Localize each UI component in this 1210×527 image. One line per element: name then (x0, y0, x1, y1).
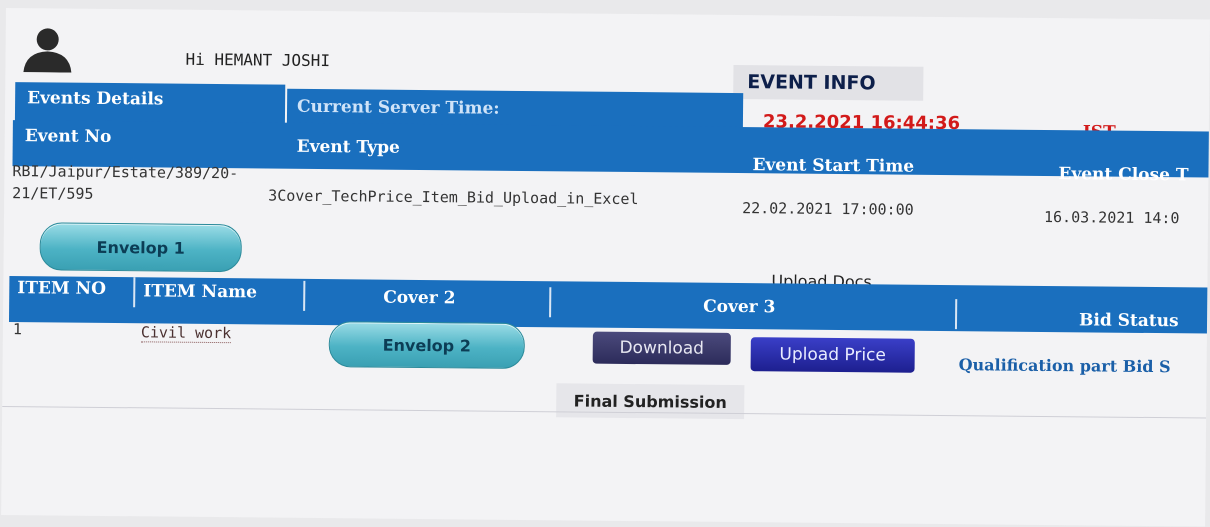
header-event-no: Event No (24, 126, 112, 148)
header-event-type: Event Type (296, 136, 400, 158)
user-silhouette-icon (23, 28, 72, 73)
event-close-value: 16.03.2021 14:0 (1043, 207, 1180, 228)
events-details-label: Events Details (27, 88, 164, 110)
envelop-1-button[interactable]: Envelop 1 (39, 222, 242, 273)
server-time-label: Current Server Time: (296, 96, 500, 119)
event-type-value: 3Cover_TechPrice_Item_Bid_Upload_in_Exce… (268, 186, 639, 209)
event-info-title: EVENT INFO (747, 71, 876, 95)
avatar (19, 26, 75, 73)
header-event-start: Event Start Time (752, 155, 915, 177)
upload-price-button[interactable]: Upload Price (750, 337, 915, 373)
download-button[interactable]: Download (592, 331, 731, 365)
header-item-name: ITEM Name (143, 281, 258, 303)
event-no-line1: RBI/Jaipur/Estate/389/20- (12, 162, 239, 183)
item-header-divider-3 (549, 287, 552, 318)
item-header-divider-1 (133, 277, 136, 308)
item-name-value: Civil work (140, 323, 232, 344)
header-event-close: Event Close T (1058, 164, 1189, 186)
header-cover-2: Cover 2 (383, 287, 456, 309)
envelop-2-button[interactable]: Envelop 2 (328, 321, 526, 369)
item-no-value: 1 (12, 320, 23, 339)
header-item-no: ITEM NO (17, 278, 107, 299)
item-header-divider-2 (303, 280, 306, 311)
user-greeting: Hi HEMANT JOSHI (185, 49, 331, 71)
bid-status-value: Qualification part Bid S (958, 355, 1171, 377)
item-header-divider-4 (954, 299, 958, 330)
header-bid-status: Bid Status (1078, 310, 1179, 332)
event-no-line2: 21/ET/595 (12, 184, 94, 203)
browser-viewport: Hi HEMANT JOSHI EVENT INFO Events Detail… (1, 8, 1210, 527)
header-cover-3: Cover 3 (703, 296, 776, 318)
event-start-value: 22.02.2021 17:00:00 (742, 199, 914, 219)
